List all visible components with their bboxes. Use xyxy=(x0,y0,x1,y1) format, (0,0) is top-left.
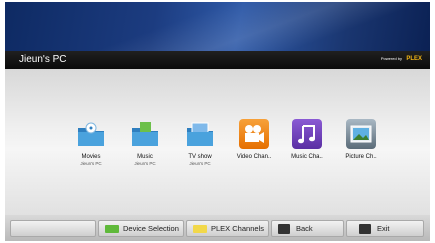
tile-label: Music Cha.. xyxy=(291,154,323,160)
tile-label: Picture Ch.. xyxy=(345,154,377,160)
device-selection-button[interactable]: Device Selection xyxy=(98,220,184,237)
tile-label: TV show xyxy=(188,154,212,160)
library-grid: Movies Jieun's PC Music Jieun's PC TV sh… xyxy=(5,69,430,215)
page-title: Jieun's PC xyxy=(19,54,67,65)
tile-sublabel: Jieun's PC xyxy=(80,161,102,166)
back-key-icon xyxy=(278,224,290,234)
blank-footer-button[interactable] xyxy=(10,220,96,237)
exit-key-icon xyxy=(359,224,371,234)
title-bar: Jieun's PC Powered by PLEX xyxy=(5,51,430,69)
tile-sublabel: Jieun's PC xyxy=(134,161,156,166)
back-label: Back xyxy=(296,224,313,233)
header-banner xyxy=(5,2,430,51)
tile-sublabel: Jieun's PC xyxy=(189,161,211,166)
plex-channels-button[interactable]: PLEX Channels xyxy=(186,220,269,237)
tv-folder-icon xyxy=(187,122,213,146)
plex-logo: PLEX xyxy=(406,56,422,62)
music-folder-icon xyxy=(132,122,158,146)
plex-app-window: Jieun's PC Powered by PLEX Movies Jieun'… xyxy=(5,2,430,241)
footer-bar: Device Selection PLEX Channels Back Exit xyxy=(5,215,430,241)
movies-folder-icon xyxy=(78,122,104,146)
exit-button[interactable]: Exit xyxy=(346,220,424,237)
plex-channels-label: PLEX Channels xyxy=(211,224,264,233)
exit-label: Exit xyxy=(377,224,390,233)
tile-label: Video Chan.. xyxy=(236,154,272,160)
tile-label: Movies xyxy=(81,154,101,160)
green-key-icon xyxy=(105,225,119,233)
powered-by-label: Powered by xyxy=(380,56,402,61)
tile-label: Music xyxy=(137,154,153,160)
device-selection-label: Device Selection xyxy=(123,224,179,233)
music-note-icon xyxy=(292,119,322,149)
video-camera-icon xyxy=(239,119,269,149)
yellow-key-icon xyxy=(193,225,207,233)
picture-icon xyxy=(346,119,376,149)
back-button[interactable]: Back xyxy=(271,220,344,237)
